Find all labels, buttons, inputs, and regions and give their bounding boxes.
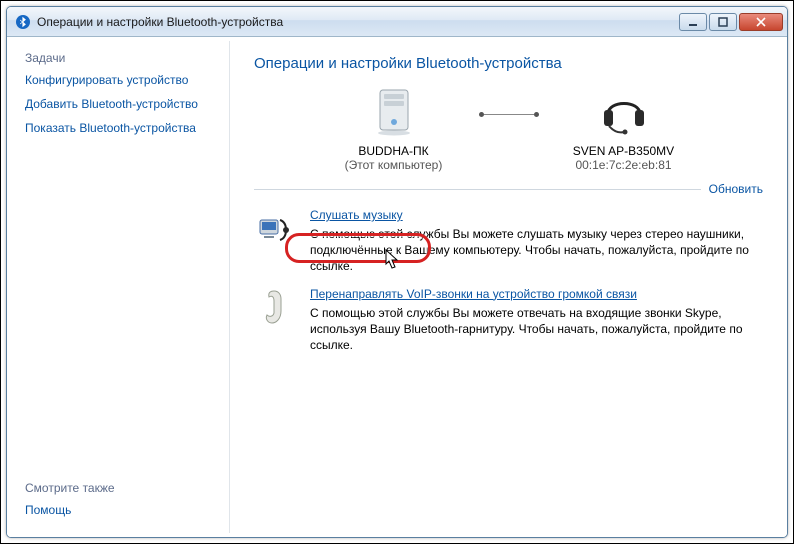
service-voip: Перенаправлять VoIP-звонки на устройство… bbox=[254, 287, 763, 354]
device-remote: SVEN AP-B350MV 00:1e:7c:2e:eb:81 bbox=[539, 86, 709, 172]
maximize-button[interactable] bbox=[709, 13, 737, 31]
sidebar-link-configure[interactable]: Конфигурировать устройство bbox=[25, 73, 217, 87]
service-voip-link[interactable]: Перенаправлять VoIP-звонки на устройство… bbox=[310, 287, 637, 301]
service-voip-desc: С помощью этой службы Вы можете отвечать… bbox=[310, 305, 763, 354]
sidebar-tasks-header: Задачи bbox=[25, 51, 217, 65]
music-service-icon bbox=[254, 208, 294, 275]
app-window: Операции и настройки Bluetooth-устройств… bbox=[6, 6, 788, 538]
titlebar[interactable]: Операции и настройки Bluetooth-устройств… bbox=[7, 7, 787, 37]
sidebar-link-add-device[interactable]: Добавить Bluetooth-устройство bbox=[25, 97, 217, 111]
sidebar-link-show-devices[interactable]: Показать Bluetooth-устройства bbox=[25, 121, 217, 135]
device-local: BUDDHA-ПК (Этот компьютер) bbox=[309, 86, 479, 172]
minimize-button[interactable] bbox=[679, 13, 707, 31]
device-local-sub: (Этот компьютер) bbox=[309, 158, 479, 172]
headset-icon bbox=[539, 86, 709, 138]
device-remote-mac: 00:1e:7c:2e:eb:81 bbox=[539, 158, 709, 172]
sidebar: Задачи Конфигурировать устройство Добави… bbox=[7, 37, 229, 537]
main-panel: Операции и настройки Bluetooth-устройств… bbox=[230, 37, 787, 537]
sidebar-see-also-header: Смотрите также bbox=[25, 481, 217, 495]
device-remote-name: SVEN AP-B350MV bbox=[539, 144, 709, 158]
close-button[interactable] bbox=[739, 13, 783, 31]
window-title: Операции и настройки Bluetooth-устройств… bbox=[37, 15, 679, 29]
voip-service-icon bbox=[254, 287, 294, 354]
page-title: Операции и настройки Bluetooth-устройств… bbox=[254, 55, 763, 72]
device-connector bbox=[479, 112, 539, 117]
service-music: Слушать музыку С помощью этой службы Вы … bbox=[254, 208, 763, 275]
refresh-link[interactable]: Обновить bbox=[709, 182, 763, 196]
sidebar-link-help[interactable]: Помощь bbox=[25, 503, 217, 517]
service-music-desc: С помощью этой службы Вы можете слушать … bbox=[310, 226, 763, 275]
device-local-name: BUDDHA-ПК bbox=[309, 144, 479, 158]
window-controls bbox=[679, 13, 783, 31]
screenshot-frame: Операции и настройки Bluetooth-устройств… bbox=[0, 0, 794, 544]
bluetooth-icon bbox=[15, 14, 31, 30]
service-music-link[interactable]: Слушать музыку bbox=[310, 208, 403, 222]
device-pair-row: BUDDHA-ПК (Этот компьютер) bbox=[254, 86, 763, 172]
computer-icon bbox=[309, 86, 479, 138]
refresh-row: Обновить bbox=[254, 182, 763, 196]
content-area: Задачи Конфигурировать устройство Добави… bbox=[7, 37, 787, 537]
